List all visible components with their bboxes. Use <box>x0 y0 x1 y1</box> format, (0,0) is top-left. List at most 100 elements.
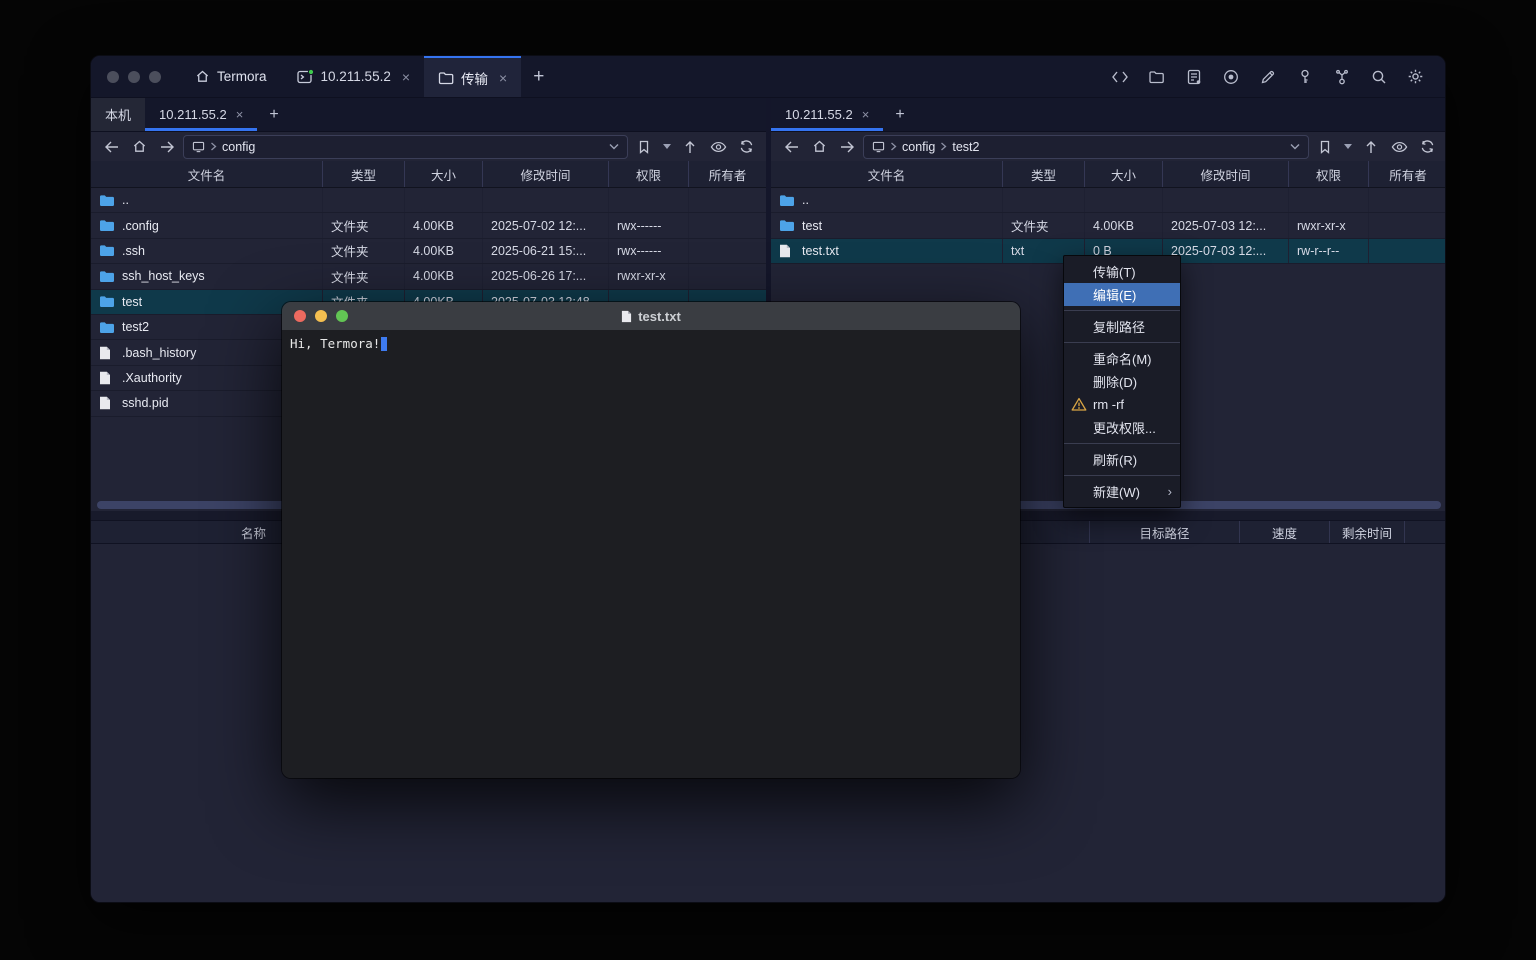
editor-titlebar[interactable]: test.txt <box>282 302 1020 330</box>
forward-button[interactable] <box>155 136 179 158</box>
menu-item-change-permissions[interactable]: 更改权限... <box>1064 416 1180 439</box>
search-icon[interactable] <box>1365 63 1392 90</box>
titlebar-actions <box>1106 56 1445 97</box>
column-header[interactable]: 权限 <box>609 161 689 187</box>
file-perms: rwxr-xr-x <box>609 264 689 288</box>
editor-content[interactable]: Hi, Termora! <box>282 330 1020 778</box>
upload-button[interactable] <box>1359 136 1383 158</box>
key-icon[interactable] <box>1291 63 1318 90</box>
forward-button[interactable] <box>835 136 859 158</box>
bookmark-dropdown-icon[interactable] <box>660 136 674 158</box>
right-path-breadcrumb[interactable]: config test2 <box>863 135 1309 159</box>
refresh-button[interactable] <box>1415 136 1439 158</box>
menu-item-delete[interactable]: 删除(D) <box>1064 370 1180 393</box>
file-row[interactable]: .. <box>771 188 1446 213</box>
minimize-window-button[interactable] <box>128 71 140 83</box>
show-hidden-files-button[interactable] <box>706 136 730 158</box>
column-header[interactable]: 修改时间 <box>483 161 609 187</box>
code-icon[interactable] <box>1106 63 1133 90</box>
left-path-breadcrumb[interactable]: config <box>183 135 628 159</box>
folder-icon[interactable] <box>1143 63 1170 90</box>
close-tab-icon[interactable]: × <box>499 70 507 86</box>
gear-icon[interactable] <box>1402 63 1429 90</box>
tab-home[interactable]: Termora <box>179 56 283 97</box>
file-perms <box>609 188 689 212</box>
column-header[interactable]: 所有者 <box>1369 161 1446 187</box>
file-row[interactable]: test 文件夹 4.00KB 2025-07-03 12:... rwxr-x… <box>771 213 1446 238</box>
column-header[interactable]: 所有者 <box>689 161 766 187</box>
file-owner <box>1369 213 1446 237</box>
column-header[interactable]: 目标路径 <box>1089 521 1239 543</box>
menu-item-copy-path[interactable]: 复制路径 <box>1064 315 1180 338</box>
file-name: test.txt <box>802 244 839 258</box>
maximize-window-button[interactable] <box>149 71 161 83</box>
tab-left-session[interactable]: 10.211.55.2 × <box>145 98 257 131</box>
close-tab-icon[interactable]: × <box>236 107 244 122</box>
file-owner <box>689 264 766 288</box>
column-header[interactable]: 文件名 <box>91 161 323 187</box>
bookmark-button[interactable] <box>632 136 656 158</box>
keychain-icon[interactable] <box>1328 63 1355 90</box>
close-editor-button[interactable] <box>294 310 306 322</box>
breadcrumb-segment[interactable]: config <box>222 140 255 154</box>
tab-label: 10.211.55.2 <box>159 107 227 122</box>
file-perms: rwx------ <box>609 239 689 263</box>
close-window-button[interactable] <box>107 71 119 83</box>
close-tab-icon[interactable]: × <box>402 69 410 85</box>
menu-item-new[interactable]: 新建(W) › <box>1064 480 1180 503</box>
column-header[interactable]: 大小 <box>405 161 483 187</box>
home-button[interactable] <box>127 136 151 158</box>
tab-right-session[interactable]: 10.211.55.2 × <box>771 98 883 131</box>
upload-button[interactable] <box>678 136 702 158</box>
column-header[interactable]: 大小 <box>1085 161 1163 187</box>
menu-item-transfer[interactable]: 传输(T) <box>1064 260 1180 283</box>
back-button[interactable] <box>99 136 123 158</box>
chevron-down-icon[interactable] <box>1290 143 1300 150</box>
column-header[interactable]: 类型 <box>1003 161 1085 187</box>
record-icon[interactable] <box>1217 63 1244 90</box>
column-header[interactable]: 速度 <box>1239 521 1329 543</box>
show-hidden-files-button[interactable] <box>1387 136 1411 158</box>
column-header[interactable]: 剩余时间 <box>1329 521 1404 543</box>
refresh-button[interactable] <box>734 136 758 158</box>
maximize-editor-button[interactable] <box>336 310 348 322</box>
tab-transfer[interactable]: 传输 × <box>424 56 521 97</box>
tab-session-10.211.55.2[interactable]: 10.211.55.2 × <box>283 56 425 97</box>
chevron-right-icon <box>890 142 897 151</box>
file-row[interactable]: .. <box>91 188 766 213</box>
tab-local-machine[interactable]: 本机 <box>91 98 145 131</box>
breadcrumb-segment[interactable]: test2 <box>952 140 979 154</box>
menu-item-rename[interactable]: 重命名(M) <box>1064 347 1180 370</box>
file-row[interactable]: .config 文件夹 4.00KB 2025-07-02 12:... rwx… <box>91 213 766 238</box>
bookmark-button[interactable] <box>1313 136 1337 158</box>
minimize-editor-button[interactable] <box>315 310 327 322</box>
terminal-icon <box>297 69 314 85</box>
new-tab-button[interactable]: + <box>521 56 556 97</box>
back-button[interactable] <box>779 136 803 158</box>
log-icon[interactable] <box>1180 63 1207 90</box>
menu-item-refresh[interactable]: 刷新(R) <box>1064 448 1180 471</box>
chevron-down-icon[interactable] <box>609 143 619 150</box>
file-owner <box>1369 188 1446 212</box>
add-panel-tab-button[interactable]: + <box>883 98 916 131</box>
home-button[interactable] <box>807 136 831 158</box>
right-toolbar: config test2 <box>771 132 1446 161</box>
file-icon <box>99 346 115 360</box>
column-header[interactable]: 类型 <box>323 161 405 187</box>
folder-icon <box>99 194 115 207</box>
file-row[interactable]: .ssh 文件夹 4.00KB 2025-06-21 15:... rwx---… <box>91 239 766 264</box>
add-panel-tab-button[interactable]: + <box>257 98 290 131</box>
bookmark-dropdown-icon[interactable] <box>1341 136 1355 158</box>
file-type: 文件夹 <box>323 213 405 237</box>
file-size <box>1085 188 1163 212</box>
column-header[interactable]: 修改时间 <box>1163 161 1289 187</box>
close-tab-icon[interactable]: × <box>862 107 870 122</box>
menu-item-edit[interactable]: 编辑(E) <box>1064 283 1180 306</box>
column-header[interactable]: 权限 <box>1289 161 1369 187</box>
breadcrumb-segment[interactable]: config <box>902 140 935 154</box>
file-row[interactable]: ssh_host_keys 文件夹 4.00KB 2025-06-26 17:.… <box>91 264 766 289</box>
column-header[interactable]: 文件名 <box>771 161 1003 187</box>
menu-item-rm-rf[interactable]: rm -rf <box>1064 393 1180 416</box>
pencil-icon[interactable] <box>1254 63 1281 90</box>
file-type: 文件夹 <box>1003 213 1085 237</box>
